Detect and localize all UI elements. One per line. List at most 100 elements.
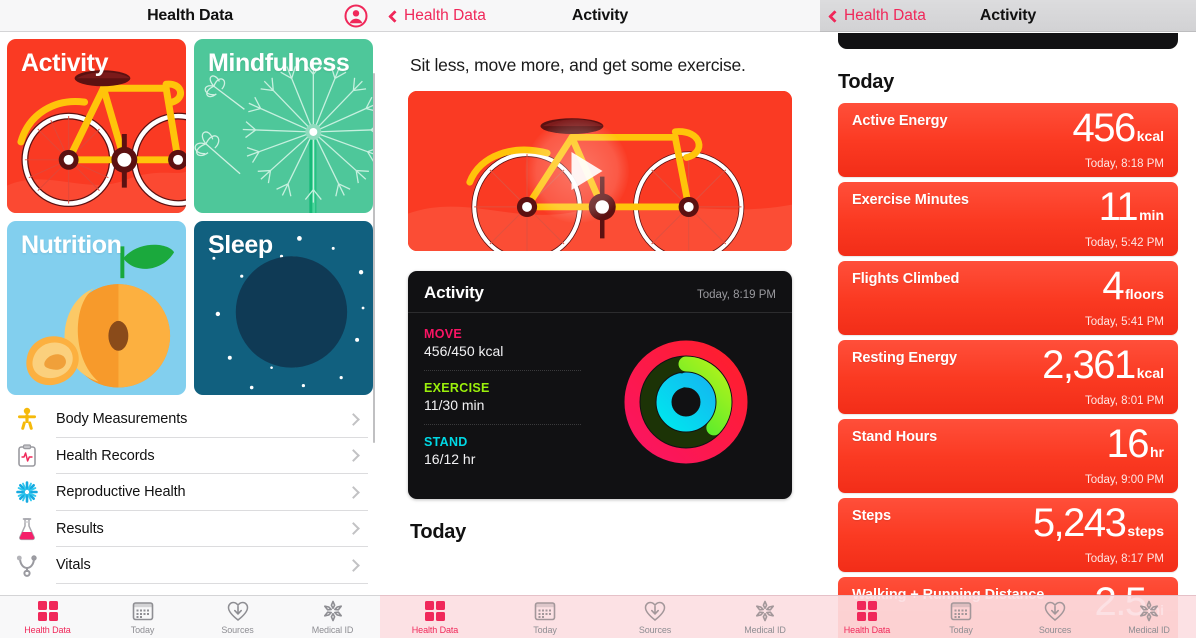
metric-row-label: Active Energy <box>852 113 948 129</box>
tab-label: Medical ID <box>1128 625 1170 635</box>
activity-rings-card[interactable]: Activity Today, 8:19 PM MOVE 456/450 kca… <box>408 271 792 500</box>
metric-row-value: 11 <box>1098 185 1139 229</box>
panel-health-data: Health Data Activity Mindfulness Nutriti… <box>0 0 380 638</box>
metric-row-flights-climbed[interactable]: Flights Climbed 4 floors Today, 5:41 PM <box>838 261 1178 335</box>
list-item-body-measurements[interactable]: Body Measurements <box>0 401 380 438</box>
health-data-scroll-area[interactable]: Activity Mindfulness Nutrition Sleep Bod… <box>0 33 380 595</box>
tab-medical-id[interactable]: Medical ID <box>710 596 820 638</box>
tab-today[interactable]: Today <box>490 596 600 638</box>
chevron-right-icon <box>347 485 360 499</box>
panel-activity-detail: Health Data Activity Sit less, move more… <box>380 0 820 638</box>
page-title: Activity <box>571 6 629 24</box>
tab-health-data[interactable]: Health Data <box>820 596 914 638</box>
metric-row-value: 16 <box>1106 422 1150 466</box>
activity-card-timestamp: Today, 8:19 PM <box>696 289 776 302</box>
metric-row-unit: hr <box>1150 444 1164 460</box>
metric-row-unit: floors <box>1125 286 1164 302</box>
tab-today[interactable]: Today <box>95 596 190 638</box>
metric-row-value: 2,361 <box>1042 343 1136 387</box>
metric-row-value-group: 5,243 steps <box>1033 500 1164 546</box>
tab-label: Today <box>949 625 973 635</box>
metric-value: 456/450 kcal <box>424 343 504 360</box>
tab-medical-id[interactable]: Medical ID <box>1102 596 1196 638</box>
metric-label: MOVE <box>424 327 463 342</box>
metric-row-stand-hours[interactable]: Stand Hours 16 hr Today, 9:00 PM <box>838 419 1178 493</box>
card-nutrition[interactable]: Nutrition <box>7 221 186 395</box>
tab-sources[interactable]: Sources <box>600 596 710 638</box>
human-figure-icon <box>8 407 46 431</box>
chevron-left-icon <box>828 9 841 23</box>
activity-card-body: MOVE 456/450 kcal EXERCISE 11/30 min STA… <box>408 313 792 491</box>
card-mindfulness[interactable]: Mindfulness <box>194 39 373 213</box>
heart-download-icon <box>1044 600 1066 622</box>
metric-move: MOVE 456/450 kcal <box>424 327 581 372</box>
tab-today[interactable]: Today <box>914 596 1008 638</box>
intro-text: Sit less, move more, and get some exerci… <box>410 55 746 75</box>
metric-row-resting-energy[interactable]: Resting Energy 2,361 kcal Today, 8:01 PM <box>838 340 1178 414</box>
play-icon[interactable] <box>571 152 603 191</box>
profile-circle-icon[interactable] <box>344 4 368 28</box>
metric-row-timestamp: Today, 8:17 PM <box>1084 553 1164 565</box>
list-item-label: Vitals <box>56 557 91 574</box>
metric-row-label: Steps <box>852 508 891 524</box>
three-panel-screenshot: Health Data Activity Mindfulness Nutriti… <box>0 0 1196 638</box>
list-item-vitals[interactable]: Vitals <box>0 547 380 584</box>
tab-label: Sources <box>638 625 672 635</box>
navbar-activity-scrolled: Health Data Activity <box>820 0 1196 32</box>
list-item-results[interactable]: Results <box>0 511 380 547</box>
metric-label: EXERCISE <box>424 381 490 396</box>
metric-row-label: Exercise Minutes <box>852 192 969 208</box>
heart-download-icon <box>227 600 249 622</box>
card-sleep[interactable]: Sleep <box>194 221 373 395</box>
activity-scroll-area[interactable]: Sit less, move more, and get some exerci… <box>380 33 820 638</box>
tab-sources[interactable]: Sources <box>190 596 285 638</box>
metric-row-active-energy[interactable]: Active Energy 456 kcal Today, 8:18 PM <box>838 103 1178 177</box>
row-divider <box>56 582 368 584</box>
tab-label: Sources <box>221 625 254 635</box>
metric-row-value-group: 456 kcal <box>1073 105 1165 151</box>
tab-health-data[interactable]: Health Data <box>0 596 95 638</box>
metric-row-timestamp: Today, 8:18 PM <box>1084 158 1164 170</box>
list-item-health-records[interactable]: Health Records <box>0 438 380 474</box>
metric-row-unit: kcal <box>1136 128 1164 144</box>
asterisk-medical-icon <box>1138 600 1160 622</box>
metric-row-exercise-minutes[interactable]: Exercise Minutes 11 min Today, 5:42 PM <box>838 182 1178 256</box>
metric-row-value: 456 <box>1072 106 1137 150</box>
stethoscope-icon <box>8 553 46 578</box>
metric-row-steps[interactable]: Steps 5,243 steps Today, 8:17 PM <box>838 498 1178 572</box>
metric-row-label: Resting Energy <box>852 350 957 366</box>
back-button-health-data[interactable]: Health Data <box>388 0 486 32</box>
tabbar-panel1: Health Data Today Sources Medical ID <box>0 595 380 638</box>
tab-health-data[interactable]: Health Data <box>380 596 490 638</box>
back-button-health-data[interactable]: Health Data <box>828 0 926 32</box>
metric-row-label: Flights Climbed <box>852 271 960 287</box>
metric-exercise: EXERCISE 11/30 min <box>424 381 581 426</box>
activity-today-scroll-area[interactable]: Today Active Energy 456 kcal Today, 8:18… <box>820 0 1196 638</box>
asterisk-medical-icon <box>754 600 776 622</box>
chevron-right-icon <box>347 449 360 463</box>
activity-card-bottom-edge <box>838 33 1178 49</box>
metric-row-unit: kcal <box>1136 365 1164 381</box>
metric-row-value-group: 16 hr <box>1107 421 1165 467</box>
metric-row-value-group: 11 min <box>1099 184 1164 230</box>
tab-medical-id[interactable]: Medical ID <box>285 596 380 638</box>
navbar-activity: Health Data Activity <box>380 0 820 32</box>
card-title: Activity <box>21 49 109 77</box>
flask-icon <box>8 517 46 541</box>
tab-label: Medical ID <box>744 625 786 635</box>
video-thumbnail-card[interactable] <box>408 91 792 252</box>
list-item-reproductive-health[interactable]: Reproductive Health <box>0 474 380 511</box>
back-button-label: Health Data <box>844 7 926 24</box>
metric-row-timestamp: Today, 9:00 PM <box>1084 474 1164 486</box>
vertical-scrollbar[interactable] <box>372 73 375 443</box>
card-activity[interactable]: Activity <box>7 39 186 213</box>
metric-value: 16/12 hr <box>424 451 476 468</box>
activity-card-title: Activity <box>424 283 484 303</box>
metric-row-unit: steps <box>1127 523 1164 539</box>
activity-metrics-list: MOVE 456/450 kcal EXERCISE 11/30 min STA… <box>408 313 581 491</box>
clipboard-pulse-icon <box>8 444 46 468</box>
page-title: Health Data <box>147 6 233 24</box>
tab-sources[interactable]: Sources <box>1008 596 1102 638</box>
card-title: Nutrition <box>21 231 122 259</box>
tab-label: Health Data <box>411 625 459 635</box>
